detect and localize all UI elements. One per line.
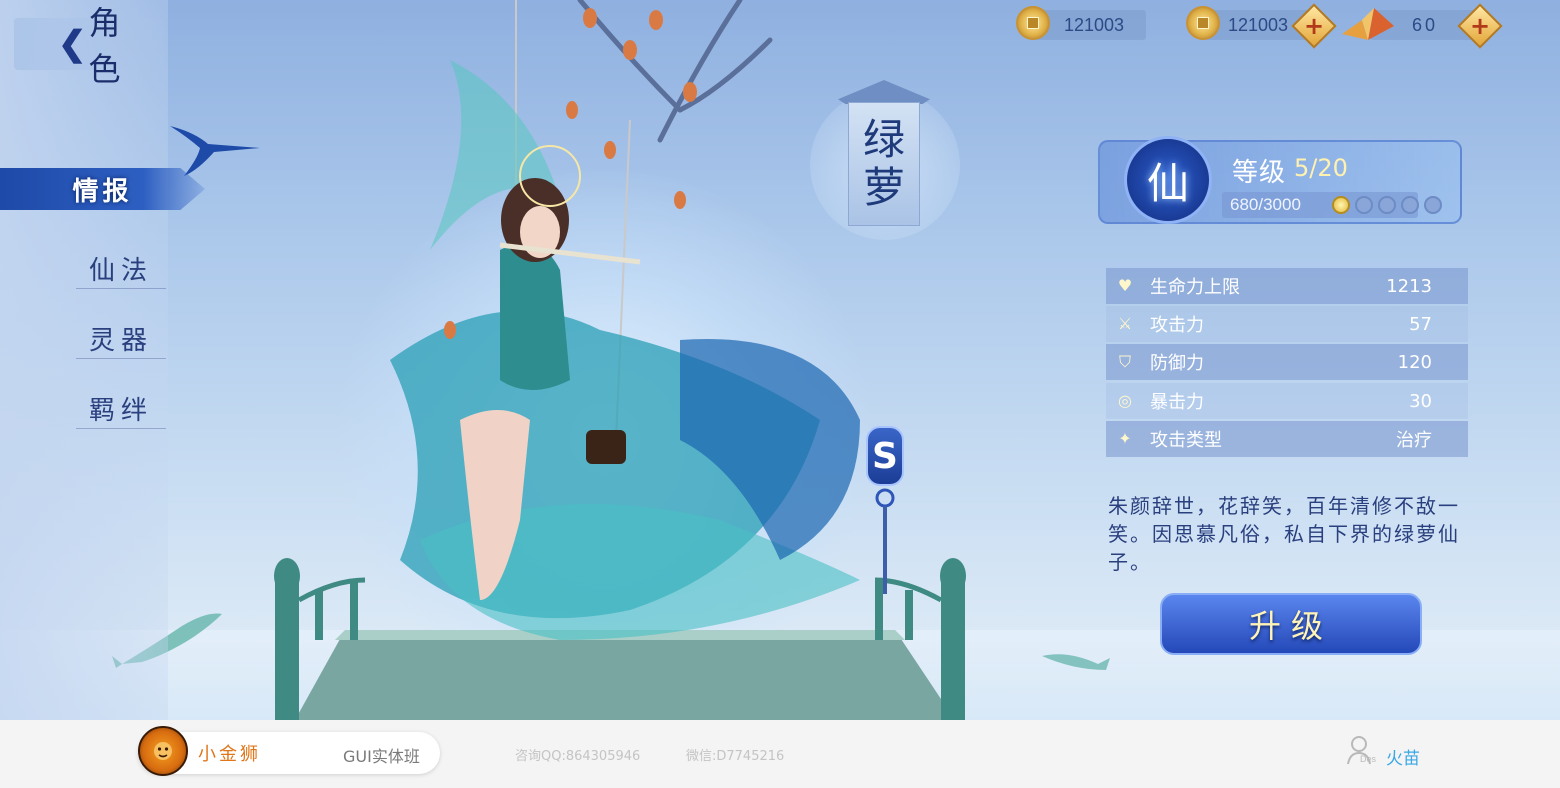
stat-value: 30 xyxy=(1409,390,1432,412)
tab-info-label: 情报 xyxy=(72,176,133,207)
rank-badge: S xyxy=(866,426,904,486)
resource-copper-1: 121003 xyxy=(1016,6,1146,40)
exp-value: 680/3000 xyxy=(1230,195,1301,214)
tab-artifacts[interactable]: 灵器 xyxy=(76,318,166,359)
character-description: 朱颜辞世，花辞笑，百年清修不敌一笑。因思慕凡俗，私自下界的绿萝仙子。 xyxy=(1108,494,1460,574)
upgrade-button[interactable]: 升级 xyxy=(1160,593,1422,655)
stat-row-attack-type: ✦ 攻击类型 治疗 xyxy=(1106,421,1468,457)
contact-wechat: 微信:D7745216 xyxy=(686,749,785,764)
sparkle-icon: ✦ xyxy=(1118,429,1132,448)
character-name-char-1: 绿 xyxy=(862,115,905,164)
crane-value: 60 xyxy=(1412,14,1439,35)
tab-spells[interactable]: 仙法 xyxy=(76,248,166,289)
plaque-roof xyxy=(838,80,930,104)
heart-icon: ♥ xyxy=(1117,276,1133,295)
stat-label: 生命力上限 xyxy=(1150,277,1240,298)
character-name-char-2: 萝 xyxy=(862,163,905,212)
fish-right-icon xyxy=(1042,654,1110,670)
stat-row-crit: ◎ 暴击力 30 xyxy=(1106,383,1468,419)
character-name-plaque: 绿 萝 xyxy=(838,80,930,230)
left-nav-panel xyxy=(0,0,168,720)
copper-coin-icon xyxy=(1186,6,1220,40)
back-arrow-icon: ❮ xyxy=(58,24,87,64)
stat-value: 120 xyxy=(1397,351,1432,373)
immortal-class-badge: 仙 xyxy=(1124,136,1212,224)
star-icon-dim xyxy=(1378,196,1396,214)
contact-qq: 咨询QQ:864305946 xyxy=(515,749,641,764)
sword-icon: ⚔ xyxy=(1117,314,1133,333)
shield-icon: ⛉ xyxy=(1118,352,1131,371)
swirl-icon: ◎ xyxy=(1118,391,1132,410)
user-tag: Des xyxy=(1360,754,1377,764)
star-icon-dim xyxy=(1355,196,1373,214)
stat-value: 治疗 xyxy=(1396,430,1432,451)
stat-value: 57 xyxy=(1409,313,1432,335)
author-name: 火苗 xyxy=(1386,749,1420,769)
copper-2-value: 121003 xyxy=(1228,14,1289,35)
plaque-body: 绿 萝 xyxy=(848,102,920,226)
brand-name: 小金狮 xyxy=(198,744,261,765)
lion-face-icon xyxy=(154,742,172,760)
stat-label: 暴击力 xyxy=(1150,392,1204,413)
stat-row-hp: ♥ 生命力上限 1213 xyxy=(1106,268,1468,304)
course-name: GUI实体班 xyxy=(343,747,420,766)
stat-label: 攻击力 xyxy=(1150,315,1204,336)
stat-value: 1213 xyxy=(1386,275,1432,297)
stat-row-attack: ⚔ 攻击力 57 xyxy=(1106,306,1468,342)
star-icon-lit xyxy=(1332,196,1350,214)
stat-row-defense: ⛉ 防御力 120 xyxy=(1106,344,1468,380)
character-illustration xyxy=(390,0,860,640)
lion-logo-icon xyxy=(138,726,188,776)
tab-bonds[interactable]: 羁绊 xyxy=(76,388,166,429)
stat-label: 攻击类型 xyxy=(1150,430,1222,451)
copper-coin-icon xyxy=(1016,6,1050,40)
star-icon-dim xyxy=(1401,196,1419,214)
star-icon-dim xyxy=(1424,196,1442,214)
plus-icon: + xyxy=(1469,11,1491,40)
copper-1-value: 121003 xyxy=(1064,14,1125,35)
level-label: 等级 xyxy=(1232,158,1287,188)
paper-crane-icon xyxy=(1342,8,1394,40)
rank-pole-icon xyxy=(875,488,895,594)
stat-label: 防御力 xyxy=(1150,353,1204,374)
tab-info[interactable]: 情报 xyxy=(0,168,205,210)
back-button[interactable]: ❮ 角色 xyxy=(14,4,164,88)
level-value: 5/20 xyxy=(1294,154,1348,182)
page-title: 角色 xyxy=(88,4,129,88)
plus-icon: + xyxy=(1303,11,1325,40)
